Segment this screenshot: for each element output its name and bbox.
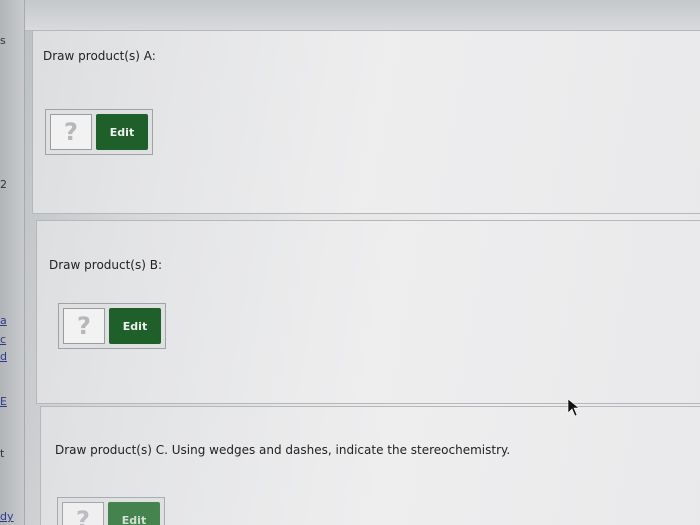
edit-button[interactable]: Edit xyxy=(109,308,161,344)
drawing-widget: ? Edit xyxy=(57,497,165,525)
sidebar-glyph-1: s xyxy=(0,34,6,47)
question-prompt: Draw product(s) B: xyxy=(49,258,163,272)
drawing-widget: ? Edit xyxy=(58,303,166,349)
question-prompt: Draw product(s) C. Using wedges and dash… xyxy=(55,443,511,457)
sidebar-glyph-3: t xyxy=(0,447,5,460)
sidebar-link-4[interactable]: E xyxy=(0,395,7,408)
sidebar-link-5[interactable]: dy xyxy=(0,510,14,523)
mouse-cursor-icon xyxy=(567,398,580,417)
top-bar xyxy=(0,0,700,31)
question-prompt: Draw product(s) A: xyxy=(43,49,156,63)
sidebar-link-1[interactable]: a xyxy=(0,314,7,327)
sidebar-link-3[interactable]: d xyxy=(0,350,7,363)
edit-button[interactable]: Edit xyxy=(108,502,160,525)
question-mark-icon: ? xyxy=(62,502,104,525)
drawing-widget: ? Edit xyxy=(45,109,153,155)
question-panel-a: Draw product(s) A: ? Edit xyxy=(32,30,700,214)
question-panel-b: Draw product(s) B: ? Edit xyxy=(36,220,700,404)
sidebar-glyph-2: 2 xyxy=(0,178,7,191)
edit-button[interactable]: Edit xyxy=(96,114,148,150)
sidebar-link-2[interactable]: c xyxy=(0,333,6,346)
question-mark-icon: ? xyxy=(63,308,105,344)
screen: s 2 a c d E t dy Draw product(s) A: ? Ed… xyxy=(0,0,700,525)
question-mark-icon: ? xyxy=(50,114,92,150)
question-panel-c: Draw product(s) C. Using wedges and dash… xyxy=(40,406,700,525)
left-sidebar: s 2 a c d E t dy xyxy=(0,0,25,525)
